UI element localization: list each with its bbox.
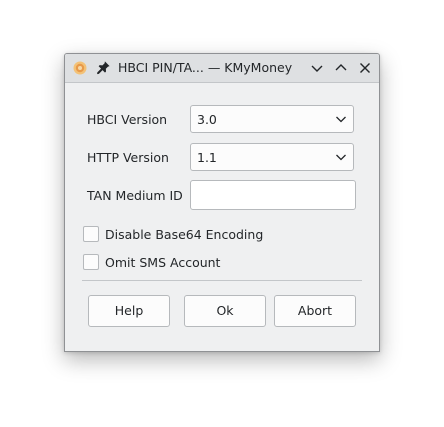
- ok-button[interactable]: Ok: [184, 295, 266, 327]
- kmymoney-app-icon[interactable]: [73, 61, 87, 75]
- http-version-value: 1.1: [197, 150, 217, 165]
- close-icon[interactable]: [356, 59, 374, 77]
- window-title: HBCI PIN/TA... — KMyMoney: [118, 60, 293, 75]
- http-version-select[interactable]: 1.1: [190, 143, 354, 171]
- maximize-icon[interactable]: [332, 59, 350, 77]
- omit-sms-account-label[interactable]: Omit SMS Account: [105, 255, 220, 270]
- hbci-version-value: 3.0: [197, 112, 217, 127]
- hbci-version-label: HBCI Version: [87, 112, 168, 127]
- chevron-down-icon: [336, 154, 346, 161]
- hbci-version-select[interactable]: 3.0: [190, 105, 354, 133]
- help-button[interactable]: Help: [88, 295, 170, 327]
- title-bar[interactable]: HBCI PIN/TA... — KMyMoney: [65, 54, 379, 83]
- abort-button[interactable]: Abort: [274, 295, 356, 327]
- tan-medium-id-label: TAN Medium ID: [87, 188, 183, 203]
- dialog-window: HBCI PIN/TA... — KMyMoney HBCI Version 3…: [64, 53, 380, 352]
- separator: [82, 280, 362, 281]
- minimize-icon[interactable]: [308, 59, 326, 77]
- tan-medium-id-input[interactable]: [190, 180, 356, 210]
- pin-icon[interactable]: [96, 60, 111, 75]
- http-version-label: HTTP Version: [87, 150, 169, 165]
- disable-base64-checkbox[interactable]: [83, 226, 99, 242]
- omit-sms-account-checkbox[interactable]: [83, 254, 99, 270]
- disable-base64-label[interactable]: Disable Base64 Encoding: [105, 227, 263, 242]
- chevron-down-icon: [336, 116, 346, 123]
